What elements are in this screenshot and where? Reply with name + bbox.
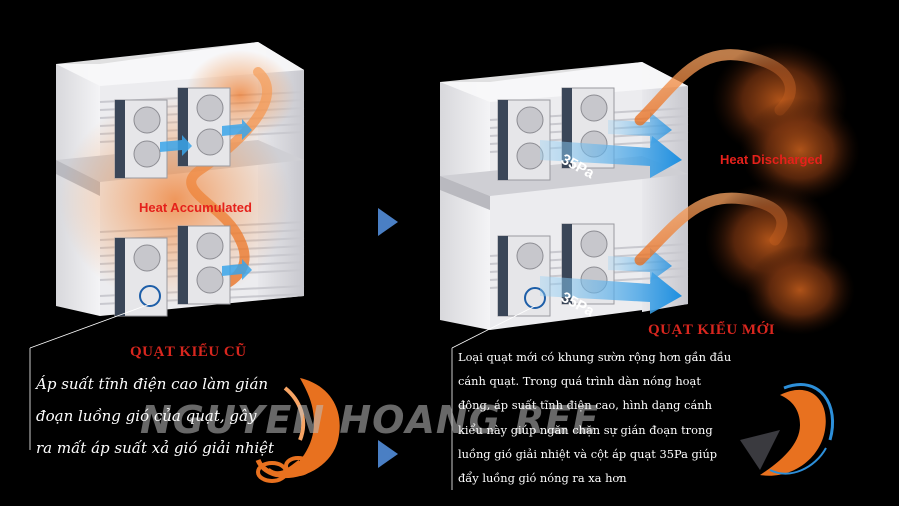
new-fan-title: QUẠT KIỂU MỚI [648,322,776,338]
ac-unit [114,237,168,317]
old-fan-title: QUẠT KIỂU CŨ [130,344,247,360]
heat-discharged-label: Heat Discharged [720,152,823,167]
ac-unit [177,225,231,305]
ac-unit [497,99,551,181]
ac-unit [497,235,551,317]
new-fan-description: Loại quạt mới có khung sườn rộng hơn gần… [458,350,732,486]
heat-accumulated-label: Heat Accumulated [139,200,252,215]
next-arrow-icon [378,208,398,236]
next-arrow-icon [378,440,398,468]
ac-unit [114,99,168,179]
old-fan-description: Áp suất tĩnh điện cao làm gián đoạn luồn… [36,375,275,457]
fan-blade-new-icon [740,383,835,476]
